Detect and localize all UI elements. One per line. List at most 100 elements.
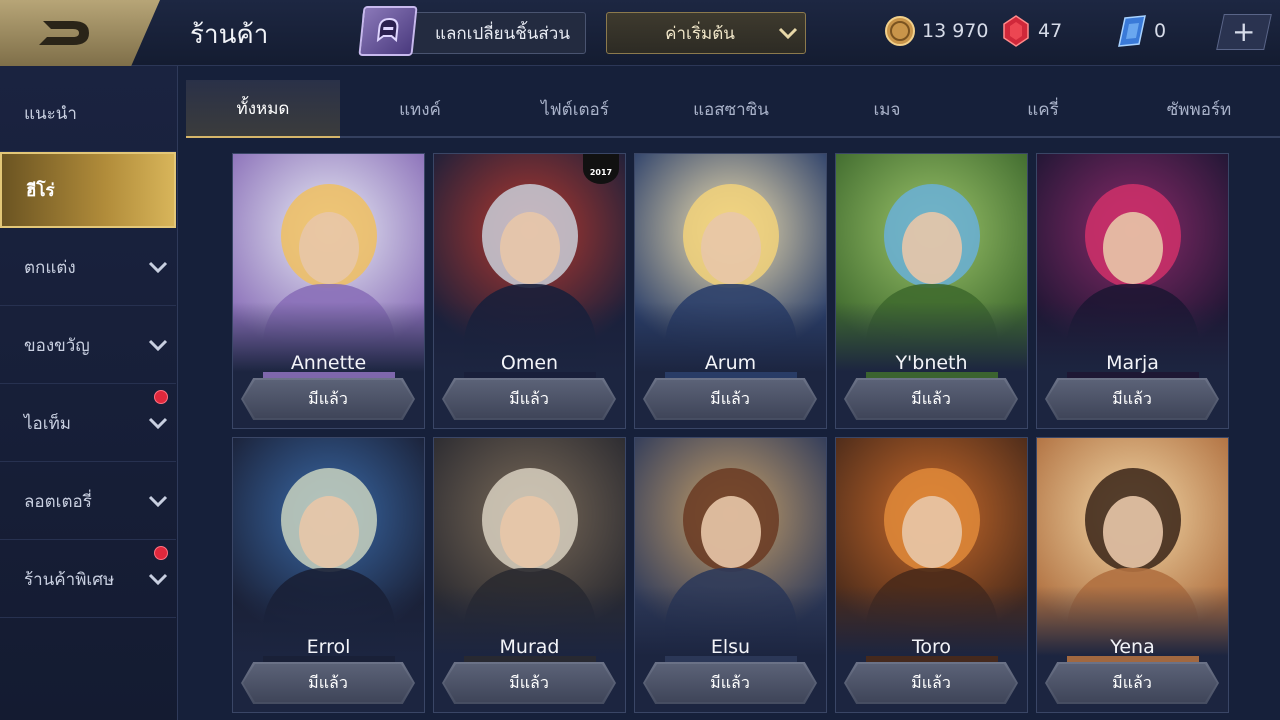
back-button[interactable] xyxy=(0,0,160,66)
sort-label: ค่าเริ่มต้น xyxy=(665,23,735,44)
gold-coin-icon xyxy=(884,14,916,48)
ruby-currency: 47 xyxy=(1000,14,1062,48)
notification-dot xyxy=(154,546,168,560)
owned-label: มีแล้ว xyxy=(308,672,348,692)
sort-dropdown[interactable]: ค่าเริ่มต้น xyxy=(606,12,806,54)
tab-label: แอสซาซิน xyxy=(693,99,769,120)
sidebar-item-recommended[interactable]: แนะนำ xyxy=(0,76,176,152)
owned-label: มีแล้ว xyxy=(509,672,549,692)
owned-button[interactable]: มีแล้ว xyxy=(1045,662,1219,704)
sidebar-item-special-shop[interactable]: ร้านค้าพิเศษ xyxy=(0,542,176,618)
chevron-down-icon xyxy=(148,414,168,434)
hero-card[interactable]: 2017 Omen มีแล้ว xyxy=(433,153,626,429)
tab-assassin[interactable]: แอสซาซิน xyxy=(654,80,808,138)
tab-label: แทงค์ xyxy=(399,99,441,120)
hero-card[interactable]: Y'bneth มีแล้ว xyxy=(835,153,1028,429)
hero-name: Marja xyxy=(1106,352,1159,374)
hero-face xyxy=(299,496,359,568)
sidebar-item-lottery[interactable]: ลอตเตอรี่ xyxy=(0,464,176,540)
exchange-label: แลกเปลี่ยนชิ้นส่วน xyxy=(435,23,570,44)
hero-face xyxy=(299,212,359,284)
gold-currency: 13 970 xyxy=(884,14,988,48)
hero-name: Yena xyxy=(1110,636,1155,658)
top-bar: ร้านค้า แลกเปลี่ยนชิ้นส่วน ค่าเริ่มต้น 1… xyxy=(0,0,1280,66)
hero-name: Murad xyxy=(499,636,560,658)
hero-card[interactable]: Elsu มีแล้ว xyxy=(634,437,827,713)
owned-button[interactable]: มีแล้ว xyxy=(844,662,1018,704)
hero-grid: Annette มีแล้ว 2017 Omen มีแล้ว Arum มีแล้ว Y'b… xyxy=(232,153,1232,720)
top-up-button[interactable]: + xyxy=(1216,14,1272,50)
ruby-amount: 47 xyxy=(1038,20,1063,42)
sidebar-item-gifts[interactable]: ของขวัญ xyxy=(0,308,176,384)
tab-tank[interactable]: แทงค์ xyxy=(343,80,497,138)
owned-label: มีแล้ว xyxy=(710,388,750,408)
hero-name: Omen xyxy=(500,352,559,374)
exchange-fragments-button[interactable]: แลกเปลี่ยนชิ้นส่วน xyxy=(358,6,586,56)
owned-button[interactable]: มีแล้ว xyxy=(844,378,1018,420)
hero-portrait xyxy=(1037,154,1228,384)
tab-mage[interactable]: เมจ xyxy=(810,80,964,138)
page-title: ร้านค้า xyxy=(190,20,269,50)
hero-portrait xyxy=(233,154,424,384)
hero-name: Arum xyxy=(704,352,757,374)
chevron-down-icon xyxy=(148,336,168,356)
chevron-down-icon xyxy=(148,258,168,278)
owned-label: มีแล้ว xyxy=(911,388,951,408)
owned-button[interactable]: มีแล้ว xyxy=(442,378,616,420)
owned-button[interactable]: มีแล้ว xyxy=(643,662,817,704)
owned-button[interactable]: มีแล้ว xyxy=(643,378,817,420)
hero-name: Toro xyxy=(911,636,952,658)
hero-portrait xyxy=(1037,438,1228,668)
owned-label: มีแล้ว xyxy=(911,672,951,692)
hero-card[interactable]: Yena มีแล้ว xyxy=(1036,437,1229,713)
tab-label: ซัพพอร์ท xyxy=(1166,99,1232,120)
sidebar-item-items[interactable]: ไอเท็ม xyxy=(0,386,176,462)
role-tabs: ทั้งหมด แทงค์ ไฟต์เตอร์ แอสซาซิน เมจ แคร… xyxy=(186,80,1280,138)
hero-face xyxy=(1103,212,1163,284)
back-icon xyxy=(39,21,89,45)
hero-card[interactable]: Murad มีแล้ว xyxy=(433,437,626,713)
sidebar-item-heroes[interactable]: ฮีโร่ xyxy=(0,152,176,228)
hero-card[interactable]: Annette มีแล้ว xyxy=(232,153,425,429)
notification-dot xyxy=(154,390,168,404)
owned-button[interactable]: มีแล้ว xyxy=(241,378,415,420)
hero-name: Y'bneth xyxy=(895,352,968,374)
owned-label: มีแล้ว xyxy=(1112,672,1152,692)
hero-portrait xyxy=(434,438,625,668)
hero-card[interactable]: Arum มีแล้ว xyxy=(634,153,827,429)
hero-portrait xyxy=(836,154,1027,384)
sidebar-item-label: ของขวัญ xyxy=(24,336,90,356)
hero-face xyxy=(1103,496,1163,568)
chevron-down-icon xyxy=(771,27,805,39)
tab-support[interactable]: ซัพพอร์ท xyxy=(1122,80,1276,138)
hero-card[interactable]: Marja มีแล้ว xyxy=(1036,153,1229,429)
owned-button[interactable]: มีแล้ว xyxy=(241,662,415,704)
helmet-icon xyxy=(358,6,418,56)
hero-face xyxy=(500,496,560,568)
hero-name: Elsu xyxy=(710,636,751,658)
tab-label: ทั้งหมด xyxy=(236,98,290,119)
hero-face xyxy=(701,212,761,284)
sidebar-item-label: ฮีโร่ xyxy=(26,180,55,201)
owned-button[interactable]: มีแล้ว xyxy=(1045,378,1219,420)
owned-button[interactable]: มีแล้ว xyxy=(442,662,616,704)
tab-all[interactable]: ทั้งหมด xyxy=(186,80,340,138)
tab-fighter[interactable]: ไฟต์เตอร์ xyxy=(498,80,652,138)
hero-card[interactable]: Toro มีแล้ว xyxy=(835,437,1028,713)
hero-portrait xyxy=(635,438,826,668)
tab-label: เมจ xyxy=(873,99,901,120)
sidebar-item-label: ลอตเตอรี่ xyxy=(24,492,92,512)
hero-face xyxy=(902,496,962,568)
sidebar-item-skins[interactable]: ตกแต่ง xyxy=(0,230,176,306)
sidebar-item-label: ร้านค้าพิเศษ xyxy=(24,570,115,590)
owned-label: มีแล้ว xyxy=(710,672,750,692)
tab-carry[interactable]: แครี่ xyxy=(966,80,1120,138)
chevron-down-icon xyxy=(148,570,168,590)
hero-portrait xyxy=(836,438,1027,668)
hero-portrait xyxy=(635,154,826,384)
voucher-icon xyxy=(1116,14,1148,48)
hero-face xyxy=(701,496,761,568)
hero-card[interactable]: Errol มีแล้ว xyxy=(232,437,425,713)
tab-label: ไฟต์เตอร์ xyxy=(541,99,609,120)
ruby-icon xyxy=(1000,14,1032,48)
